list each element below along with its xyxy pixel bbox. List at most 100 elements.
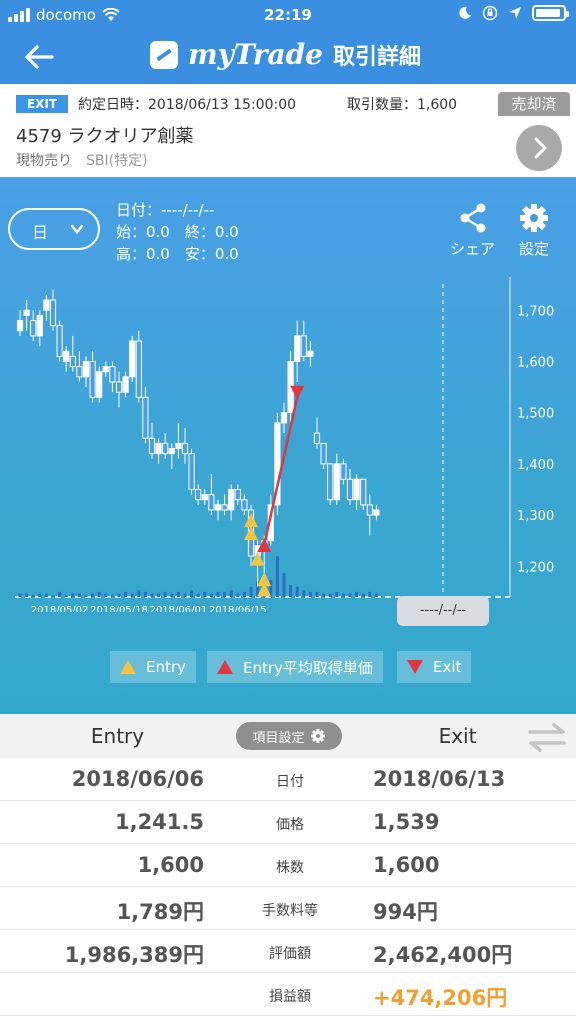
share-button[interactable]: シェア: [450, 202, 495, 259]
volume-bar: [282, 573, 286, 597]
entry-marker: [244, 526, 258, 540]
candle-body: [23, 309, 30, 316]
table-row: 1,241.5 価格 1,539: [0, 801, 576, 844]
volume-bar: [275, 556, 279, 597]
candle-body: [49, 299, 57, 327]
volume-bar: [308, 591, 312, 597]
exit-value: 994円: [373, 900, 438, 924]
volume-bar: [91, 593, 95, 597]
settings-button[interactable]: 設定: [518, 202, 550, 259]
next-button[interactable]: [516, 125, 562, 171]
candle-body: [43, 299, 50, 311]
account-type: SBI(特定): [86, 153, 148, 169]
volume-bar: [341, 593, 345, 597]
candle-body: [181, 442, 189, 455]
x-tick-label: 2018/05/18: [90, 605, 148, 612]
volume-bar: [236, 593, 240, 597]
table-row: 損益額 +474,206円: [0, 973, 576, 1016]
trade-quantity: 取引数量：1,600: [347, 97, 458, 113]
trade-info: EXIT 約定日時：2018/06/13 15:00:00 取引数量：1,600…: [0, 84, 576, 177]
swap-icon[interactable]: [524, 722, 570, 752]
volume-bar: [117, 593, 121, 597]
table-row: 2018/06/06 日付 2018/06/13: [0, 758, 576, 801]
moon-icon: [459, 6, 471, 19]
legend-entry-avg: Entry平均取得単価: [207, 651, 383, 683]
candle-body: [122, 376, 129, 393]
volume-bar: [137, 590, 141, 597]
exit-badge: EXIT: [16, 95, 68, 113]
volume-bar: [355, 591, 359, 597]
candle-body: [366, 504, 373, 516]
item-settings-label: 項目設定: [252, 730, 305, 746]
y-tick-label: 1,200: [517, 560, 554, 575]
candle-body: [89, 360, 96, 398]
volume-bar: [183, 593, 187, 597]
volume-bar: [97, 591, 101, 597]
volume-bar: [77, 593, 81, 597]
entry-value: 1,789円: [116, 900, 204, 924]
entry-value: 2018/06/06: [71, 767, 204, 791]
candle-body: [56, 325, 63, 357]
candle-body: [228, 488, 235, 511]
volume-bar: [315, 591, 319, 597]
candle-body: [102, 366, 109, 373]
gear-icon: [520, 204, 548, 232]
ohlc-readout: 日付：----/--/-- 始：0.0 終：0.0 高：0.0 安：0.0: [116, 199, 239, 265]
candle-body: [373, 509, 380, 516]
volume-bar: [157, 593, 161, 597]
cursor-date: ----/--/--: [397, 596, 489, 626]
candle-body: [82, 360, 90, 378]
candle-body: [36, 314, 43, 337]
candle-body: [96, 371, 103, 398]
volume-bar: [64, 595, 68, 597]
table-row: 1,789円 手数料等 994円: [0, 887, 576, 930]
candle-body: [129, 340, 136, 378]
gear-icon: [310, 729, 325, 743]
chart-panel: 日 日付：----/--/-- 始：0.0 終：0.0 高：0.0 安：0.0 …: [0, 177, 576, 714]
period-select[interactable]: 日: [8, 208, 100, 250]
volume-bar: [124, 591, 128, 597]
volume-bar: [295, 586, 299, 597]
candle-body: [69, 355, 76, 368]
candle-body: [188, 453, 195, 490]
exit-value: +474,206円: [373, 986, 508, 1010]
triangle-down-icon: [407, 660, 423, 674]
candle-body: [162, 442, 169, 455]
candle-body: [168, 448, 175, 455]
exit-value: 2,462,400円: [373, 943, 513, 967]
y-tick-label: 1,500: [517, 407, 554, 422]
settings-label: 設定: [518, 240, 549, 258]
volume-bar: [71, 593, 75, 597]
entry-value: 1,600: [137, 853, 204, 877]
volume-bar: [322, 593, 326, 597]
row-label: 損益額: [269, 989, 311, 1005]
brand: myTrade 取引詳細: [150, 38, 421, 71]
legend-entry: Entry: [110, 651, 196, 683]
volume-bar: [216, 591, 220, 597]
candle-body: [280, 412, 288, 424]
back-arrow-icon[interactable]: [22, 40, 56, 74]
top-bar: docomo 22:19 myTrade 取引詳細: [0, 0, 576, 84]
trade-type: 現物売り: [16, 153, 72, 169]
nav-bar: myTrade 取引詳細: [0, 32, 576, 82]
legend-exit-label: Exit: [433, 658, 462, 676]
table-row: 1,986,389円 評価額 2,462,400円: [0, 930, 576, 973]
item-settings-button[interactable]: 項目設定: [236, 722, 342, 750]
candle-body: [148, 437, 156, 455]
column-exit: Exit: [438, 724, 477, 748]
price-chart[interactable]: 1,700 1,600 1,500 1,400 1,300 1,200 2018/05/02…: [0, 272, 576, 612]
candle-body: [307, 350, 314, 357]
volume-bar: [229, 590, 233, 597]
candle-body: [155, 442, 162, 455]
volume-bar: [289, 585, 293, 597]
candle-body: [208, 494, 215, 511]
row-label: 価格: [276, 817, 304, 833]
chevron-down-icon: [70, 224, 84, 234]
candle-body: [109, 366, 116, 383]
stock-name: 4579 ラクオリア創薬: [16, 126, 194, 147]
volume-bar: [170, 593, 174, 597]
y-tick-label: 1,400: [517, 458, 554, 473]
share-icon: [460, 203, 485, 233]
table-row: 1,600 株数 1,600: [0, 844, 576, 887]
ohlc-high-low: 高：0.0 安：0.0: [116, 245, 239, 263]
